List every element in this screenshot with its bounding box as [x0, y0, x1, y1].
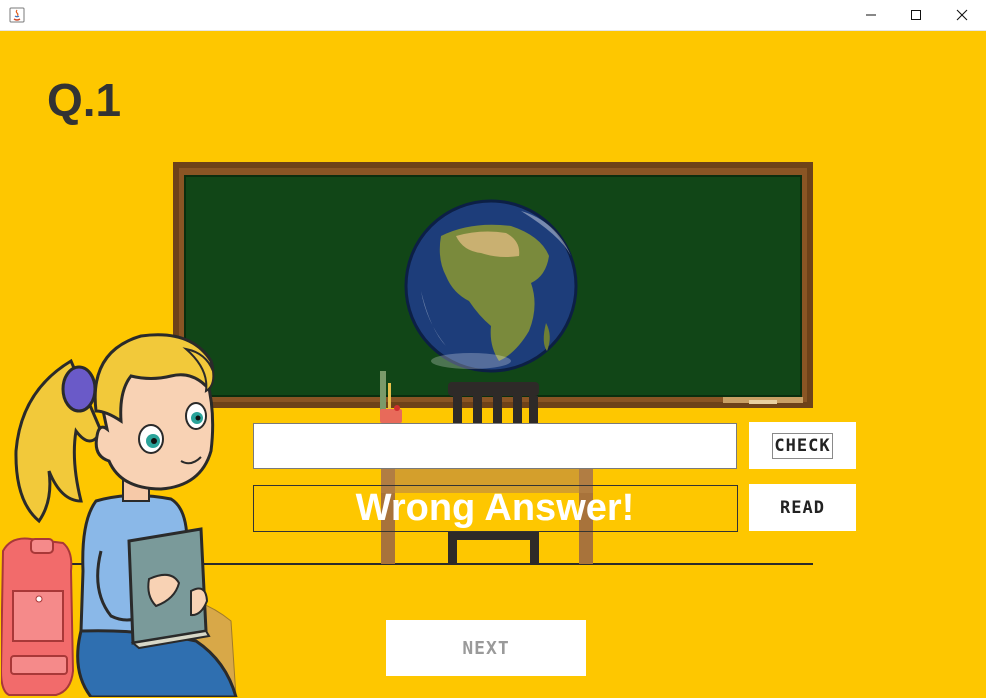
quiz-panel: Q.1 CHECK Wrong Answer! READ NEXT [1, 31, 985, 697]
result-box: Wrong Answer! [253, 485, 738, 532]
check-button-label: CHECK [772, 432, 833, 459]
java-app-icon [9, 7, 25, 23]
minimize-button[interactable] [848, 0, 894, 30]
backpack [1, 537, 75, 696]
minimize-icon [866, 14, 876, 16]
check-button[interactable]: CHECK [749, 422, 856, 469]
next-button-label: NEXT [462, 637, 510, 659]
globe-image [404, 199, 578, 373]
window-titlebar [0, 0, 986, 31]
question-number: Q.1 [47, 74, 122, 126]
maximize-button[interactable] [893, 0, 939, 30]
next-button[interactable]: NEXT [386, 620, 586, 676]
read-button[interactable]: READ [749, 484, 856, 531]
classroom-scene [1, 162, 813, 697]
close-icon [956, 9, 968, 21]
close-button[interactable] [939, 0, 985, 30]
read-button-label: READ [780, 497, 825, 518]
result-text: Wrong Answer! [355, 487, 635, 529]
answer-input[interactable] [253, 423, 737, 469]
maximize-icon [911, 10, 921, 20]
